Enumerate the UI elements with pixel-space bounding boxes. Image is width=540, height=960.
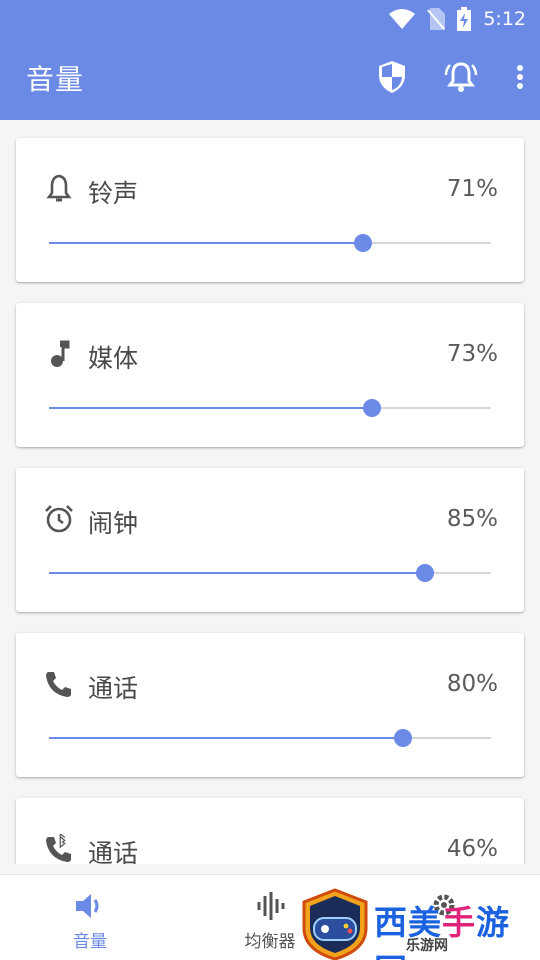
clock-time: 5:12 (483, 8, 526, 30)
slider-thumb[interactable] (353, 234, 372, 252)
speaker-icon (30, 891, 150, 923)
alarm-clock-icon (44, 504, 74, 534)
slider-thumb[interactable] (362, 399, 381, 417)
page-title: 音量 (26, 63, 85, 96)
watermark: 西美手游网 乐游网 (300, 888, 540, 960)
volume-slider[interactable] (49, 729, 491, 747)
channel-percent: 71% (446, 176, 498, 202)
music-note-icon (44, 339, 74, 369)
volume-card-alarm: 闹钟 85% (16, 468, 524, 612)
slider-fill (49, 572, 425, 574)
shield-icon[interactable] (378, 60, 406, 98)
channel-label: 通话 (88, 839, 139, 864)
volume-card-bluetooth-call: 通话 46% (16, 798, 524, 864)
channel-percent: 46% (446, 836, 498, 862)
app-bar: 5:12 音量 (0, 0, 540, 120)
slider-thumb[interactable] (415, 564, 434, 582)
slider-thumb[interactable] (393, 729, 412, 747)
more-options-icon[interactable] (516, 64, 524, 94)
volume-card-media: 媒体 73% (16, 303, 524, 447)
nav-label: 音量 (73, 932, 107, 952)
status-bar: 5:12 (389, 6, 526, 32)
volume-list: 铃声 71% 媒体 73% 闹钟 85% 通话 80% 通话 46% (0, 120, 540, 864)
ringing-bell-icon[interactable] (444, 61, 478, 97)
bluetooth-phone-icon (44, 832, 74, 864)
slider-fill (49, 737, 403, 739)
phone-icon (44, 669, 74, 699)
channel-percent: 85% (446, 506, 498, 532)
volume-card-ringtone: 铃声 71% (16, 138, 524, 282)
channel-label: 媒体 (88, 344, 139, 373)
slider-fill (49, 242, 363, 244)
channel-label: 闹钟 (88, 509, 139, 538)
volume-card-call: 通话 80% (16, 633, 524, 777)
volume-slider[interactable] (49, 564, 491, 582)
volume-slider[interactable] (49, 234, 491, 252)
no-sim-icon (427, 8, 446, 30)
slider-fill (49, 407, 372, 409)
channel-label: 通话 (88, 674, 139, 703)
battery-charging-icon (457, 7, 472, 31)
bell-icon (44, 174, 74, 204)
watermark-logo-icon (302, 888, 368, 960)
channel-percent: 80% (446, 671, 498, 697)
channel-label: 铃声 (88, 179, 139, 208)
nav-item-volume[interactable]: 音量 (30, 891, 150, 952)
watermark-text: 西美手游网 (374, 903, 510, 960)
channel-percent: 73% (446, 341, 498, 367)
wifi-icon (389, 9, 416, 29)
volume-slider[interactable] (49, 399, 491, 417)
watermark-subtext: 乐游网 (406, 938, 448, 954)
